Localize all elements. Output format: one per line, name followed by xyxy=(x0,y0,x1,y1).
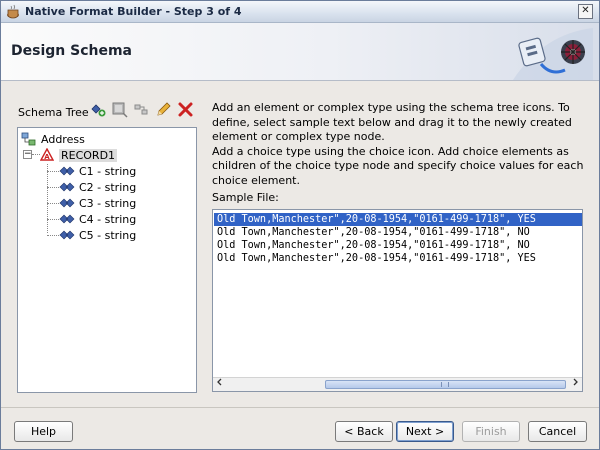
collapse-icon: − xyxy=(24,149,32,159)
scrollbar-thumb[interactable] xyxy=(325,380,566,389)
tree-node-c2[interactable]: C2 - string xyxy=(59,179,136,195)
record-type-icon: A xyxy=(39,148,55,162)
chevron-left-icon xyxy=(216,378,224,389)
tree-connector xyxy=(47,203,59,204)
wizard-graphic-icon xyxy=(513,28,593,80)
tree-node-label: Address xyxy=(41,132,85,146)
back-button[interactable]: < Back xyxy=(335,421,393,442)
svg-text:A: A xyxy=(44,153,50,161)
tree-node-label: C3 - string xyxy=(79,196,137,210)
schema-tree-label: Schema Tree xyxy=(18,106,89,119)
tree-node-record1[interactable]: A RECORD1 xyxy=(39,147,118,163)
tree-node-c3[interactable]: C3 - string xyxy=(59,195,136,211)
scroll-left-button[interactable] xyxy=(213,378,227,391)
element-icon xyxy=(59,196,75,210)
sample-file-label: Sample File: xyxy=(212,191,279,204)
tree-node-c4[interactable]: C4 - string xyxy=(59,211,136,227)
tree-connector xyxy=(47,164,48,233)
instructions-text: Add an element or complex type using the… xyxy=(212,101,592,189)
cancel-button[interactable]: Cancel xyxy=(528,421,587,442)
close-icon: ✕ xyxy=(581,5,590,16)
add-choice-icon[interactable] xyxy=(133,101,150,118)
window-title: Native Format Builder - Step 3 of 4 xyxy=(25,5,242,18)
tree-connector xyxy=(47,171,59,172)
grip-icon xyxy=(441,382,449,387)
scroll-right-button[interactable] xyxy=(568,378,582,391)
sample-file-view[interactable]: Old Town,Manchester",20-08-1954,"0161-49… xyxy=(212,209,583,392)
collapse-toggle[interactable]: − xyxy=(23,150,32,159)
sample-line[interactable]: Old Town,Manchester",20-08-1954,"0161-49… xyxy=(214,213,582,226)
add-element-icon[interactable] xyxy=(89,101,106,118)
title-bar[interactable]: Native Format Builder - Step 3 of 4 ✕ xyxy=(1,1,599,23)
element-icon xyxy=(59,228,75,242)
schema-tree-toolbar xyxy=(89,101,194,118)
app-coffee-icon xyxy=(5,4,21,20)
tree-node-c1[interactable]: C1 - string xyxy=(59,163,136,179)
finish-button: Finish xyxy=(462,421,520,442)
schema-root-icon xyxy=(21,132,37,146)
next-button[interactable]: Next > xyxy=(396,421,454,442)
wizard-window: Native Format Builder - Step 3 of 4 ✕ De… xyxy=(0,0,600,450)
tree-node-address[interactable]: Address xyxy=(21,131,85,147)
tree-node-c5[interactable]: C5 - string xyxy=(59,227,136,243)
close-button[interactable]: ✕ xyxy=(578,4,593,19)
tree-node-label: C1 - string xyxy=(79,164,137,178)
tree-connector xyxy=(47,187,59,188)
help-button[interactable]: Help xyxy=(14,421,73,442)
footer-divider xyxy=(1,407,599,408)
tree-node-label: C2 - string xyxy=(79,180,137,194)
element-icon xyxy=(59,212,75,226)
tree-node-label: C5 - string xyxy=(79,228,137,242)
wizard-header: Design Schema xyxy=(1,23,599,81)
tree-node-label: C4 - string xyxy=(79,212,137,226)
instructions-paragraph: Add a choice type using the choice icon.… xyxy=(212,144,584,187)
edit-icon[interactable] xyxy=(155,101,172,118)
element-icon xyxy=(59,164,75,178)
instructions-paragraph: Add an element or complex type using the… xyxy=(212,101,572,144)
delete-icon[interactable] xyxy=(177,101,194,118)
horizontal-scrollbar[interactable] xyxy=(213,377,582,391)
schema-tree[interactable]: Address − A RECORD1 C1 - string C2 - str… xyxy=(17,127,197,393)
tree-connector xyxy=(47,219,59,220)
page-title: Design Schema xyxy=(11,43,132,59)
tree-connector xyxy=(47,235,59,236)
sample-line[interactable]: Old Town,Manchester",20-08-1954,"0161-49… xyxy=(214,252,582,265)
add-complex-type-icon[interactable] xyxy=(111,101,128,118)
chevron-right-icon xyxy=(571,378,579,389)
element-icon xyxy=(59,180,75,194)
sample-line[interactable]: Old Town,Manchester",20-08-1954,"0161-49… xyxy=(214,226,582,239)
tree-node-label: RECORD1 xyxy=(59,148,118,162)
sample-line[interactable]: Old Town,Manchester",20-08-1954,"0161-49… xyxy=(214,239,582,252)
